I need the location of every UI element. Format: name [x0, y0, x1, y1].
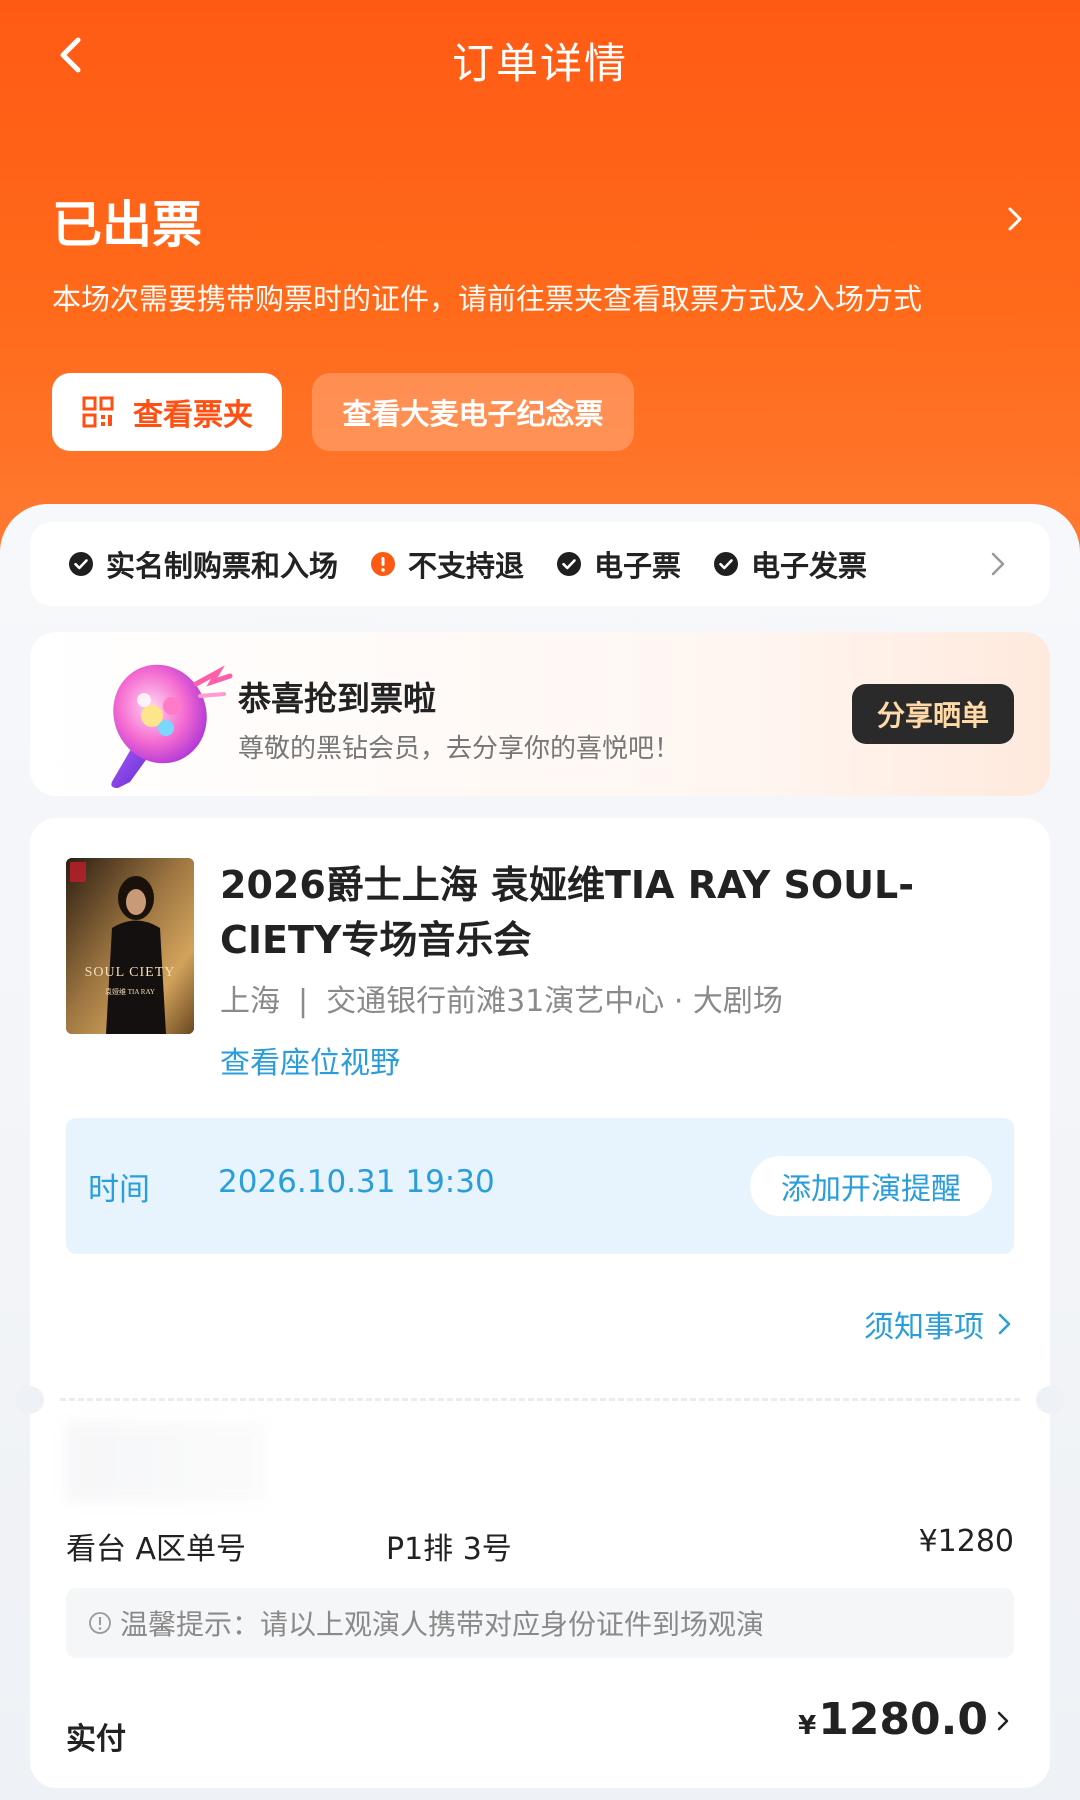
microphone-illustration	[111, 664, 233, 788]
ticket-zone: 看台 A区单号	[66, 1532, 247, 1567]
view-ticket-wallet-label: 查看票夹	[133, 398, 253, 433]
ticket-policy-bar[interactable]: 实名制购票和入场 不支持退 电子票 电子发票	[30, 522, 1050, 606]
warm-tip: 温馨提示：请以上观演人携带对应身份证件到场观演	[66, 1588, 1014, 1658]
share-order-button[interactable]: 分享晒单	[852, 684, 1014, 744]
check-circle-icon	[557, 552, 582, 576]
ticket-divider	[60, 1398, 1020, 1401]
poster-title: SOUL CIETY	[85, 965, 176, 980]
time-label: 时间	[88, 1172, 150, 1208]
event-city: 上海	[220, 984, 280, 1019]
warm-tip-text: 温馨提示：请以上观演人携带对应身份证件到场观演	[120, 1608, 765, 1641]
policy-item-real-name: 实名制购票和入场	[68, 543, 338, 585]
info-circle-icon	[89, 1612, 111, 1634]
ticket-row: 看台 A区单号 P1排 3号 ¥1280	[66, 1524, 1014, 1570]
chevron-right-icon	[998, 1313, 1011, 1335]
event-venue: 上海 | 交通银行前滩31演艺中心 · 大剧场	[220, 976, 783, 1020]
check-circle-icon	[69, 552, 93, 576]
ticket-seat: P1排 3号	[386, 1532, 512, 1567]
chevron-right-icon	[991, 552, 1005, 576]
policy-label: 不支持退	[408, 549, 525, 583]
event-time-box: 时间 2026.10.31 19:30 添加开演提醒	[66, 1118, 1014, 1254]
congrats-title: 恭喜抢到票啦	[238, 679, 436, 718]
chevron-right-icon	[997, 1711, 1009, 1731]
event-ticket-card: SOUL CIETY 袁娅维 TIA RAY 2026爵士上海 袁娅维TIA R…	[16, 818, 1064, 1788]
event-poster[interactable]: SOUL CIETY 袁娅维 TIA RAY	[66, 858, 194, 1034]
top-bar: 订单详情	[0, 0, 1080, 110]
policy-item-no-refund: 不支持退	[370, 543, 524, 585]
event-title[interactable]: 2026爵士上海 袁娅维TIA RAY SOUL-CIETY专场音乐会	[220, 858, 1010, 968]
chevron-right-icon	[1008, 207, 1022, 231]
view-ticket-wallet-button[interactable]: 查看票夹	[52, 373, 282, 451]
notice-link[interactable]: 须知事项	[864, 1302, 1014, 1346]
event-venue-name: 交通银行前滩31演艺中心 · 大剧场	[326, 984, 783, 1019]
venue-separator: |	[298, 984, 309, 1019]
notice-link-label: 须知事项	[864, 1310, 984, 1345]
paid-amount[interactable]: ¥ 1280.0	[798, 1694, 1010, 1745]
paid-amount-value: 1280.0	[818, 1694, 988, 1745]
ticket-status-title: 已出票	[52, 196, 202, 254]
page-title: 订单详情	[451, 39, 628, 88]
congrats-banner: 恭喜抢到票啦 尊敬的黑钻会员，去分享你的喜悦吧！ 分享晒单	[30, 632, 1050, 796]
policy-label: 电子发票	[751, 549, 868, 583]
check-circle-icon	[714, 552, 739, 576]
warning-circle-icon	[371, 552, 396, 576]
policy-label: 实名制购票和入场	[106, 549, 339, 583]
ticket-notch	[1036, 1386, 1064, 1414]
poster-artwork: SOUL CIETY 袁娅维 TIA RAY	[66, 858, 194, 1034]
seat-view-link[interactable]: 查看座位视野	[220, 1038, 400, 1082]
policy-item-e-invoice: 电子发票	[713, 543, 867, 585]
paid-label: 实付	[66, 1722, 126, 1757]
currency-symbol: ¥	[798, 1711, 817, 1741]
ticket-status-row[interactable]: 已出票	[52, 185, 1040, 255]
ticket-price: ¥1280	[918, 1524, 1014, 1559]
redacted-attendee-info	[66, 1422, 266, 1502]
policy-label: 电子票	[594, 549, 682, 583]
congrats-subtitle: 尊敬的黑钻会员，去分享你的喜悦吧！	[238, 734, 681, 764]
policy-item-e-ticket: 电子票	[556, 543, 681, 585]
poster-subtitle: 袁娅维 TIA RAY	[105, 987, 155, 996]
qr-code-icon	[82, 396, 114, 428]
time-value: 2026.10.31 19:30	[218, 1164, 495, 1200]
ticket-status-description: 本场次需要携带购票时的证件，请前往票夹查看取票方式及入场方式	[52, 282, 923, 316]
view-memorial-ticket-button[interactable]: 查看大麦电子纪念票	[312, 373, 634, 451]
ticket-notch	[16, 1386, 44, 1414]
add-reminder-button[interactable]: 添加开演提醒	[750, 1156, 992, 1216]
